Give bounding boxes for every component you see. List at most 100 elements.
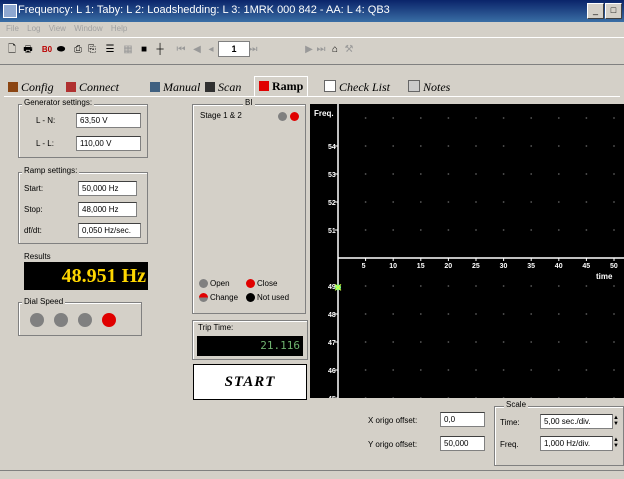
x-tick-label: 40 bbox=[555, 263, 563, 270]
menu-file[interactable]: File bbox=[6, 22, 19, 36]
grid-dot bbox=[530, 145, 533, 147]
dial-speed-2-button[interactable] bbox=[54, 313, 68, 327]
grid-dot bbox=[364, 201, 367, 203]
minimize-button[interactable]: _ bbox=[587, 3, 604, 19]
ll-field[interactable]: 110,00 V bbox=[76, 136, 141, 151]
chart-svg: Freq.54535251494847464551015202530354045… bbox=[314, 104, 624, 403]
tab-scan[interactable]: Scan bbox=[205, 78, 241, 96]
grid-dot bbox=[557, 369, 560, 371]
x-tick-label: 20 bbox=[444, 263, 452, 270]
freq-scale-field[interactable]: 1,000 Hz/div. bbox=[540, 436, 613, 451]
grid-dot bbox=[392, 117, 395, 119]
play-icon[interactable]: ▶ bbox=[304, 43, 314, 57]
page-number-input[interactable]: 1 bbox=[218, 41, 250, 57]
grid-dot bbox=[392, 285, 395, 287]
grid-dot bbox=[475, 145, 477, 147]
prev-page-icon[interactable]: ◀ bbox=[192, 43, 202, 57]
new-file-icon[interactable]: 🗋 bbox=[6, 43, 18, 57]
grid-dot bbox=[613, 285, 615, 287]
grid-dot bbox=[585, 201, 588, 203]
grid-dot bbox=[502, 229, 505, 231]
grid-dot bbox=[557, 313, 560, 315]
panel-divider bbox=[4, 96, 620, 97]
grid-dot bbox=[585, 173, 588, 175]
scan-icon bbox=[205, 82, 215, 92]
grid-icon[interactable]: ▦ bbox=[122, 43, 134, 57]
record-icon[interactable]: ⬬ bbox=[56, 43, 66, 57]
dial-speed-3-button[interactable] bbox=[78, 313, 92, 327]
grid-dot bbox=[585, 341, 588, 343]
end-icon[interactable]: ⏭ bbox=[316, 43, 326, 57]
grid-dot bbox=[447, 285, 450, 287]
not-used-label: Not used bbox=[257, 293, 290, 302]
maximize-button[interactable]: □ bbox=[605, 3, 622, 19]
ln-field[interactable]: 63,50 V bbox=[76, 113, 141, 128]
open-label: Open bbox=[210, 279, 230, 288]
grid-dot bbox=[613, 369, 615, 371]
y-axis-label: Freq. bbox=[314, 109, 334, 118]
notes-icon bbox=[408, 80, 420, 92]
menu-log[interactable]: Log bbox=[27, 22, 40, 36]
stop-frequency-field[interactable]: 48,000 Hz bbox=[78, 202, 137, 217]
fill-grid-icon[interactable]: ■ bbox=[138, 43, 150, 57]
checklist-icon bbox=[324, 80, 336, 92]
tab-notes[interactable]: Notes bbox=[408, 78, 450, 96]
printer-setup-icon[interactable]: ⎙ bbox=[72, 43, 84, 57]
grid-dot bbox=[557, 117, 560, 119]
grid-dot bbox=[613, 341, 615, 343]
export-icon[interactable]: ⎘ bbox=[86, 43, 98, 57]
grid-dot bbox=[557, 285, 560, 287]
tab-ramp[interactable]: Ramp bbox=[254, 76, 309, 97]
tab-manual[interactable]: Manual bbox=[150, 78, 200, 96]
grid-dot bbox=[364, 369, 367, 371]
x-origo-field[interactable]: 0,0 bbox=[440, 412, 485, 427]
y-origo-field[interactable]: 50,000 bbox=[440, 436, 485, 451]
grid-dot bbox=[364, 313, 367, 315]
binary-io-icon[interactable]: B0 bbox=[40, 43, 54, 57]
dial-speed-1-button[interactable] bbox=[30, 313, 44, 327]
grid-dot bbox=[364, 285, 367, 287]
grid-dot bbox=[585, 313, 588, 315]
time-scale-spinner[interactable]: ▲ ▼ bbox=[612, 415, 620, 428]
grid-dot bbox=[447, 341, 450, 343]
grid-dot bbox=[475, 285, 477, 287]
tab-bar: Config Connect Manual Scan Ramp Check Li… bbox=[0, 76, 624, 97]
menu-help[interactable]: Help bbox=[111, 22, 127, 36]
grid-dot bbox=[419, 117, 422, 119]
time-scale-field[interactable]: 5,00 sec./div. bbox=[540, 414, 613, 429]
close-label: Close bbox=[257, 279, 278, 288]
dfdt-label: df/dt: bbox=[24, 226, 42, 235]
y-tick-label: 51 bbox=[328, 228, 336, 235]
crosshair-icon[interactable]: ┼ bbox=[154, 43, 166, 57]
menu-view[interactable]: View bbox=[49, 22, 66, 36]
tab-check-list[interactable]: Check List bbox=[324, 78, 390, 96]
tools-icon[interactable]: ⚒ bbox=[344, 43, 354, 57]
grid-dot bbox=[530, 369, 533, 371]
home-icon[interactable]: ⌂ bbox=[330, 43, 340, 57]
y-origo-label: Y origo offset: bbox=[368, 440, 418, 449]
grid-dot bbox=[502, 117, 505, 119]
x-tick-label: 10 bbox=[389, 263, 397, 270]
grid-dot bbox=[447, 229, 450, 231]
start-button[interactable]: START bbox=[193, 364, 307, 400]
change-label: Change bbox=[210, 293, 239, 302]
result-display: 48.951 Hz bbox=[24, 262, 148, 290]
first-page-icon[interactable]: ⏮ bbox=[176, 43, 186, 57]
tab-connect[interactable]: Connect bbox=[66, 78, 119, 96]
start-frequency-field[interactable]: 50,000 Hz bbox=[78, 181, 137, 196]
grid-dot bbox=[419, 201, 422, 203]
print-icon[interactable]: 🖶 bbox=[22, 43, 34, 57]
tab-config[interactable]: Config bbox=[8, 78, 54, 96]
menu-window[interactable]: Window bbox=[74, 22, 102, 36]
grid-dot bbox=[585, 369, 588, 371]
grid-dot bbox=[502, 341, 505, 343]
grid-dot bbox=[475, 341, 477, 343]
x-tick-label: 35 bbox=[527, 263, 535, 270]
list-icon[interactable]: ☰ bbox=[104, 43, 116, 57]
freq-scale-spinner[interactable]: ▲ ▼ bbox=[612, 437, 620, 450]
dfdt-field[interactable]: 0,050 Hz/sec. bbox=[78, 223, 141, 238]
dial-speed-4-button[interactable] bbox=[102, 313, 116, 327]
y-tick-label: 52 bbox=[328, 200, 336, 207]
frequency-chart: Freq.54535251494847464551015202530354045… bbox=[310, 104, 624, 403]
prev-icon[interactable]: ◂ bbox=[206, 43, 216, 57]
